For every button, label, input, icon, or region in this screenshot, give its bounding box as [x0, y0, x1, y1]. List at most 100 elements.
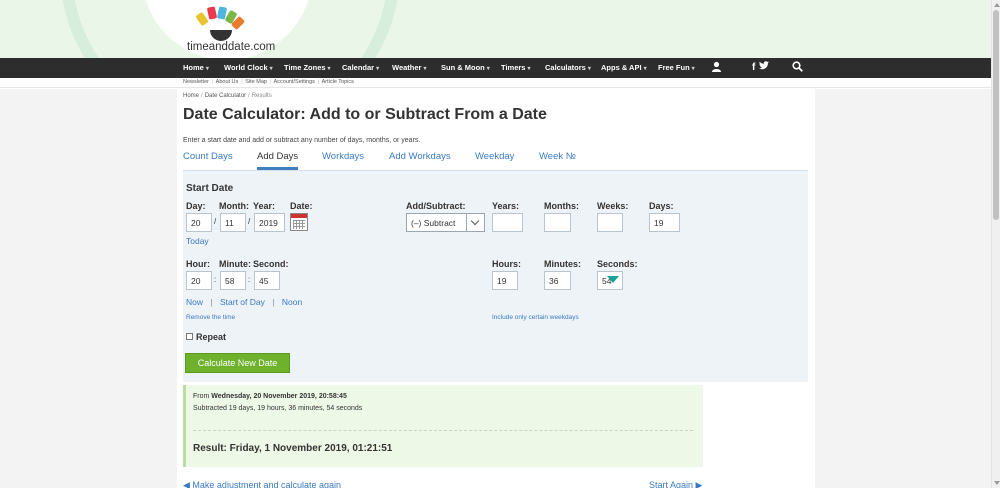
tab-count-days[interactable]: Count Days — [183, 151, 233, 169]
result-from-date: Wednesday, 20 November 2019, 20:58:45 — [211, 393, 347, 400]
breadcrumb-separator: / — [201, 93, 203, 99]
second-label: Second: — [253, 259, 289, 269]
chevron-down-icon: ▾ — [376, 66, 380, 72]
scroll-down-icon[interactable] — [994, 481, 1000, 485]
repeat-checkbox[interactable] — [186, 333, 193, 340]
subnav-article-topics[interactable]: Article Topics — [322, 79, 354, 85]
year-label: Year: — [253, 201, 276, 211]
chevron-down-icon: ▾ — [643, 66, 647, 72]
nav-free-fun[interactable]: Free Fun ▾ — [658, 58, 695, 78]
scroll-up-icon[interactable] — [994, 3, 1000, 7]
date-separator: / — [248, 217, 251, 226]
chevron-down-icon: ▾ — [269, 66, 273, 72]
user-icon[interactable] — [711, 61, 723, 75]
subnav-account-settings[interactable]: Account/Settings — [274, 79, 315, 85]
link-separator: | — [272, 298, 275, 307]
subnav-separator: | — [211, 79, 214, 85]
nav-free-fun-label: Free Fun — [658, 63, 690, 72]
days-input[interactable]: 19 — [649, 213, 680, 232]
subnav-newsletter[interactable]: Newsletter — [183, 79, 209, 85]
nav-sun-moon-label: Sun & Moon — [441, 63, 485, 72]
now-link[interactable]: Now — [186, 297, 203, 307]
weeks-label: Weeks: — [597, 201, 629, 211]
logo-text: timeanddate.com — [187, 41, 276, 53]
nav-time-zones[interactable]: Time Zones ▾ — [284, 58, 331, 78]
main-navigation: Home ▾ World Clock ▾ Time Zones ▾ Calendar ▾… — [0, 58, 991, 78]
minutes-label: Minutes: — [544, 259, 581, 269]
breadcrumb-home[interactable]: Home — [183, 93, 199, 99]
date-label: Date: — [290, 201, 313, 211]
site-logo[interactable]: timeanddate.com — [184, 6, 284, 56]
logo-petal-red — [206, 6, 218, 20]
tab-add-days[interactable]: Add Days — [257, 151, 299, 170]
subnav-about-us[interactable]: About Us — [216, 79, 239, 85]
mouse-cursor-icon — [607, 276, 619, 283]
chevron-down-icon: ▾ — [205, 66, 209, 72]
minutes-input[interactable]: 36 — [544, 271, 571, 290]
hours-input[interactable]: 19 — [492, 271, 518, 290]
year-input[interactable]: 2019 — [254, 213, 285, 232]
nav-apps-api[interactable]: Apps & API ▾ — [601, 58, 647, 78]
calendar-icon[interactable] — [290, 213, 308, 231]
nav-apps-api-label: Apps & API — [601, 63, 642, 72]
search-icon[interactable] — [792, 61, 804, 75]
nav-home[interactable]: Home ▾ — [183, 58, 209, 78]
subnav-site-map[interactable]: Site Map — [245, 79, 267, 85]
add-subtract-select[interactable]: (–) Subtract — [406, 213, 485, 232]
minute-input[interactable]: 58 — [220, 271, 246, 290]
nav-sun-moon[interactable]: Sun & Moon ▾ — [441, 58, 490, 78]
chevron-down-icon: ▾ — [587, 66, 591, 72]
nav-world-clock[interactable]: World Clock ▾ — [224, 58, 273, 78]
breadcrumb-date-calculator[interactable]: Date Calculator — [205, 93, 246, 99]
calendar-icon-header — [291, 214, 307, 218]
months-input[interactable] — [544, 213, 571, 232]
chevron-down-icon: ▾ — [691, 66, 695, 72]
years-input[interactable] — [492, 213, 523, 232]
tab-add-workdays[interactable]: Add Workdays — [389, 151, 451, 169]
hours-label: Hours: — [492, 259, 521, 269]
nav-calculators[interactable]: Calculators ▾ — [545, 58, 591, 78]
nav-weather-label: Weather — [392, 63, 422, 72]
day-input[interactable]: 20 — [186, 213, 212, 232]
remove-time-link[interactable]: Remove the time — [186, 314, 235, 321]
scrollbar-thumb[interactable] — [993, 10, 999, 220]
month-input[interactable]: 11 — [220, 213, 246, 232]
add-subtract-label: Add/Subtract: — [406, 201, 466, 211]
calculator-tabs: Count Days Add Days Workdays Add Workday… — [183, 151, 808, 170]
weekdays-filter-link[interactable]: Include only certain weekdays — [492, 314, 579, 321]
hour-input[interactable]: 20 — [186, 271, 212, 290]
nav-timers[interactable]: Timers ▾ — [501, 58, 530, 78]
noon-link[interactable]: Noon — [282, 297, 302, 307]
page-scrollbar[interactable] — [991, 0, 1000, 488]
start-again-link[interactable]: Start Again ▶ — [649, 480, 702, 488]
nav-calendar[interactable]: Calendar ▾ — [342, 58, 379, 78]
hour-label: Hour: — [186, 259, 210, 269]
result-subtracted-line: Subtracted 19 days, 19 hours, 36 minutes… — [193, 405, 363, 412]
today-link[interactable]: Today — [186, 236, 209, 246]
time-separator: : — [214, 275, 217, 284]
nav-home-label: Home — [183, 63, 204, 72]
chevron-down-icon: ▾ — [486, 66, 490, 72]
link-separator: | — [210, 298, 213, 307]
weeks-input[interactable] — [597, 213, 623, 232]
adjust-and-recalculate-link[interactable]: ◀ Make adjustment and calculate again — [183, 480, 341, 488]
tab-weekday[interactable]: Weekday — [475, 151, 514, 169]
twitter-icon[interactable] — [759, 61, 770, 75]
month-label: Month: — [219, 201, 249, 211]
start-of-day-link[interactable]: Start of Day — [220, 297, 265, 307]
tab-week-number[interactable]: Week № — [539, 151, 576, 169]
second-input[interactable]: 45 — [254, 271, 280, 290]
result-divider — [193, 430, 693, 431]
chevron-down-icon — [466, 214, 484, 231]
page-intro: Enter a start date and add or subtract a… — [183, 137, 421, 144]
nav-calendar-label: Calendar — [342, 63, 375, 72]
calculate-button[interactable]: Calculate New Date — [185, 353, 290, 373]
nav-weather[interactable]: Weather ▾ — [392, 58, 426, 78]
chevron-down-icon: ▾ — [527, 66, 531, 72]
tab-workdays[interactable]: Workdays — [322, 151, 364, 169]
nav-calculators-label: Calculators — [545, 63, 586, 72]
years-label: Years: — [492, 201, 520, 211]
facebook-icon[interactable]: f — [752, 61, 758, 75]
subnav-separator: | — [269, 79, 272, 85]
page: timeanddate.com Home ▾ World Clock ▾ Time … — [0, 0, 1000, 488]
